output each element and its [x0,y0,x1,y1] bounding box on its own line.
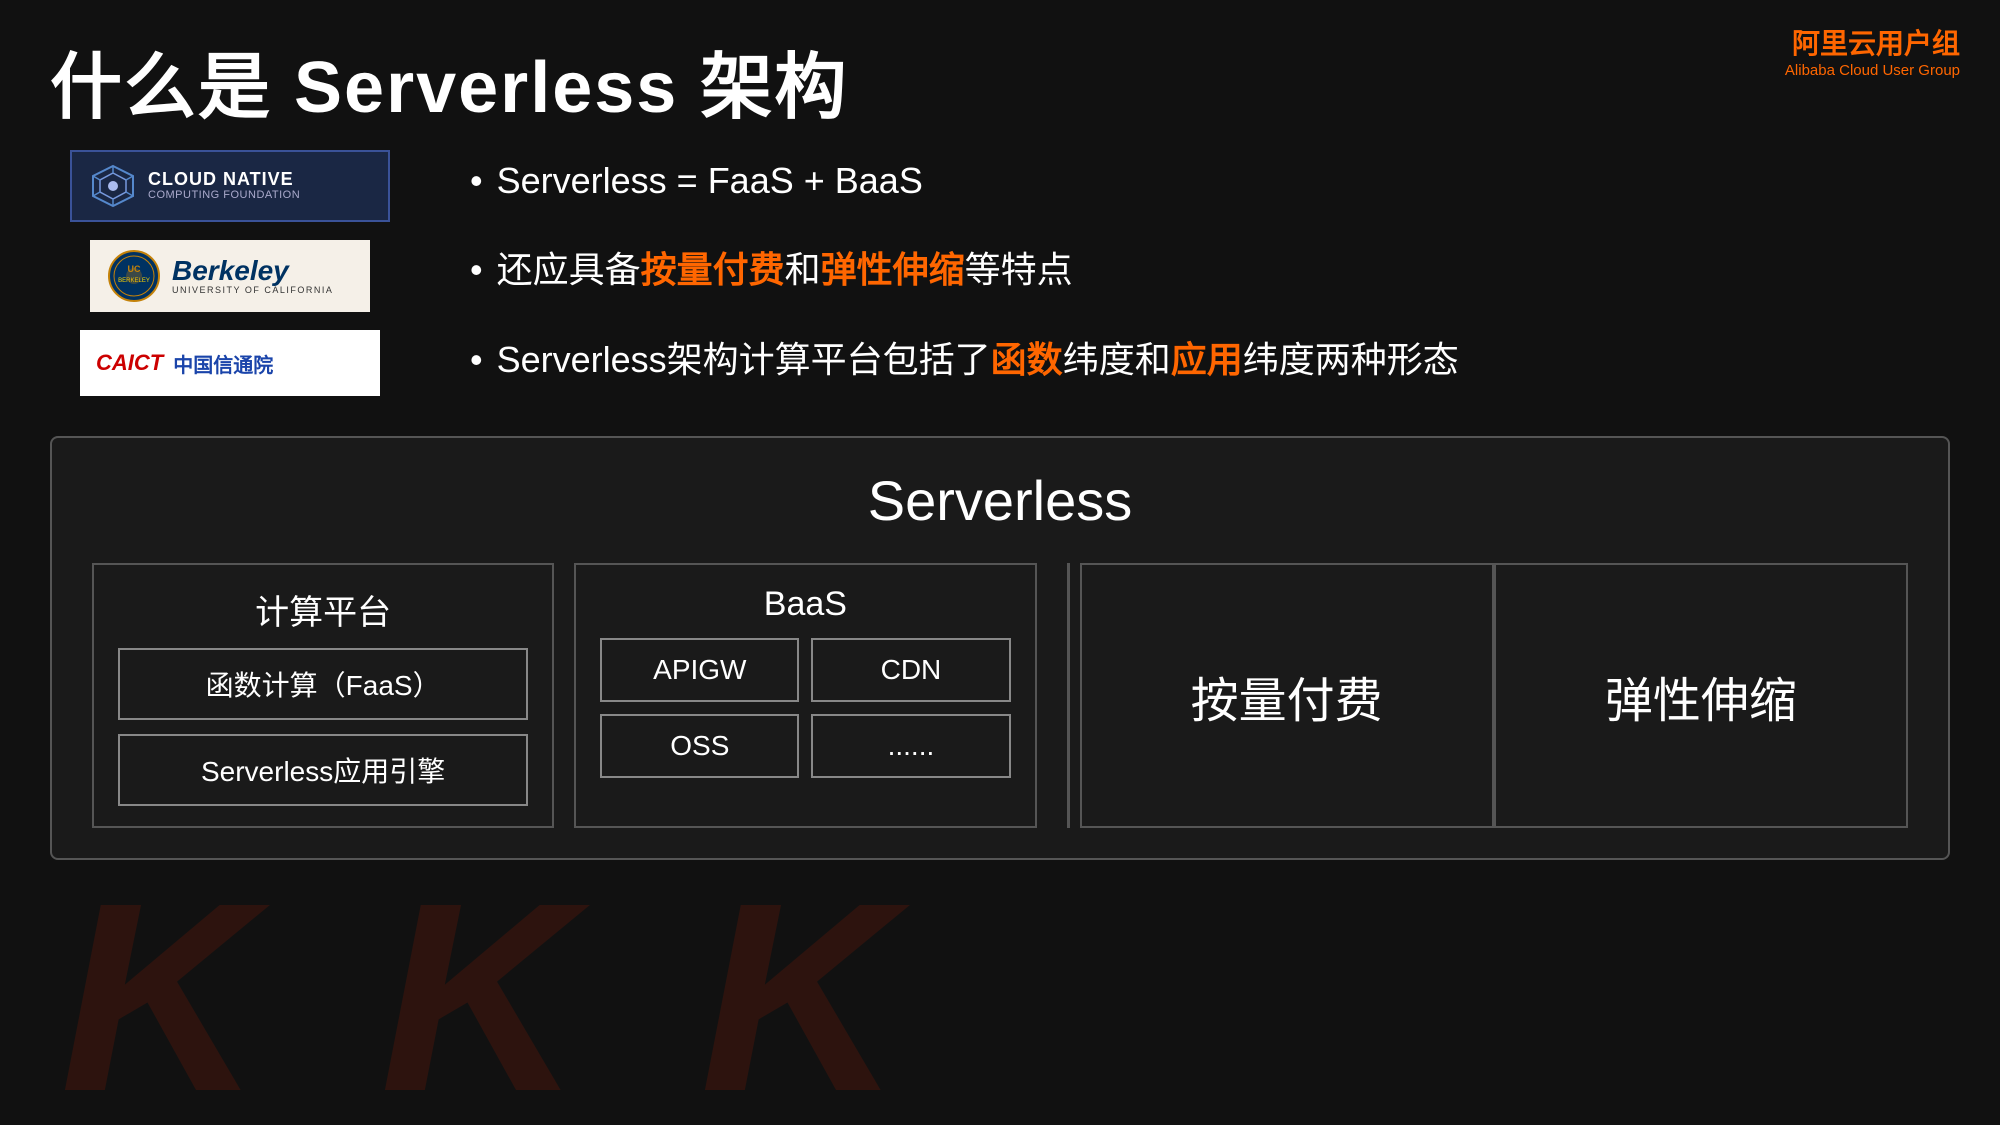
baas-title: BaaS [764,585,847,624]
baas-section: BaaS APIGW CDN OSS ...... [574,563,1036,828]
brand-block: 阿里云用户组 Alibaba Cloud User Group [1785,22,1960,79]
baas-cdn: CDN [811,638,1010,702]
logos-column: CLOUD NATIVE COMPUTING FOUNDATION UC BER… [50,150,410,396]
brand-chinese: 阿里云用户组 [1785,22,1960,62]
bullet-dot-3: • [470,335,483,385]
berkeley-main: Berkeley [172,257,289,285]
bullet-dot-1: • [470,156,483,206]
baas-more: ...... [811,714,1010,778]
elastic-label: 弹性伸缩 [1605,661,1797,731]
top-section: CLOUD NATIVE COMPUTING FOUNDATION UC BER… [50,140,1950,396]
berkeley-logo: UC BERKELEY Berkeley UNIVERSITY OF CALIF… [90,240,370,312]
brand-english: Alibaba Cloud User Group [1785,62,1960,79]
bullet-text-1: Serverless = FaaS + BaaS [497,156,923,206]
caict-logo-box: CAICT 中国信通院 [50,330,410,396]
cncf-logo-box: CLOUD NATIVE COMPUTING FOUNDATION [50,150,410,222]
highlight-函数: 函数 [991,339,1063,380]
elastic-section: 弹性伸缩 [1494,563,1908,828]
bullet-dot-2: • [470,245,483,295]
compute-title: 计算平台 [255,585,391,634]
diagram-title: Serverless [92,468,1908,533]
bullets-column: • Serverless = FaaS + BaaS • 还应具备按量付费和弹性… [470,140,1459,396]
berkeley-sub: UNIVERSITY OF CALIFORNIA [172,285,333,296]
page-title: 什么是 Serverless 架构 [50,28,848,133]
caict-chinese: 中国信通院 [173,349,273,378]
cncf-text: CLOUD NATIVE COMPUTING FOUNDATION [148,170,300,203]
bullet-1: • Serverless = FaaS + BaaS [470,156,1459,206]
caict-abbr: CAICT [96,350,163,376]
billing-section: 按量付费 [1080,563,1494,828]
berkeley-text: Berkeley UNIVERSITY OF CALIFORNIA [172,257,333,296]
diagram-container: Serverless 计算平台 函数计算（FaaS） Serverless应用引… [50,436,1950,860]
diagram-boxes: 计算平台 函数计算（FaaS） Serverless应用引擎 BaaS APIG… [92,563,1908,828]
divider-1 [1067,563,1070,828]
billing-label: 按量付费 [1191,661,1383,731]
compute-section: 计算平台 函数计算（FaaS） Serverless应用引擎 [92,563,554,828]
compute-item-2: Serverless应用引擎 [118,734,528,806]
highlight-弹性伸缩: 弹性伸缩 [821,249,965,290]
bullet-text-2: 还应具备按量付费和弹性伸缩等特点 [497,245,1073,295]
berkeley-logo-box: UC BERKELEY Berkeley UNIVERSITY OF CALIF… [50,240,410,312]
baas-apigw: APIGW [600,638,799,702]
cncf-line1: CLOUD NATIVE [148,170,300,190]
berkeley-seal-icon: UC BERKELEY [108,250,160,302]
content-area: CLOUD NATIVE COMPUTING FOUNDATION UC BER… [50,140,1950,1075]
baas-grid: APIGW CDN OSS ...... [600,638,1010,778]
baas-oss: OSS [600,714,799,778]
highlight-按量付费: 按量付费 [641,249,785,290]
cncf-icon [88,161,138,211]
highlight-应用: 应用 [1171,339,1243,380]
caict-logo: CAICT 中国信通院 [80,330,380,396]
bullet-2: • 还应具备按量付费和弹性伸缩等特点 [470,245,1459,295]
compute-item-1: 函数计算（FaaS） [118,648,528,720]
bullet-text-3: Serverless架构计算平台包括了函数纬度和应用纬度两种形态 [497,335,1459,385]
cncf-line2: COMPUTING FOUNDATION [148,189,300,202]
cncf-logo: CLOUD NATIVE COMPUTING FOUNDATION [70,150,390,222]
bullet-3: • Serverless架构计算平台包括了函数纬度和应用纬度两种形态 [470,335,1459,385]
